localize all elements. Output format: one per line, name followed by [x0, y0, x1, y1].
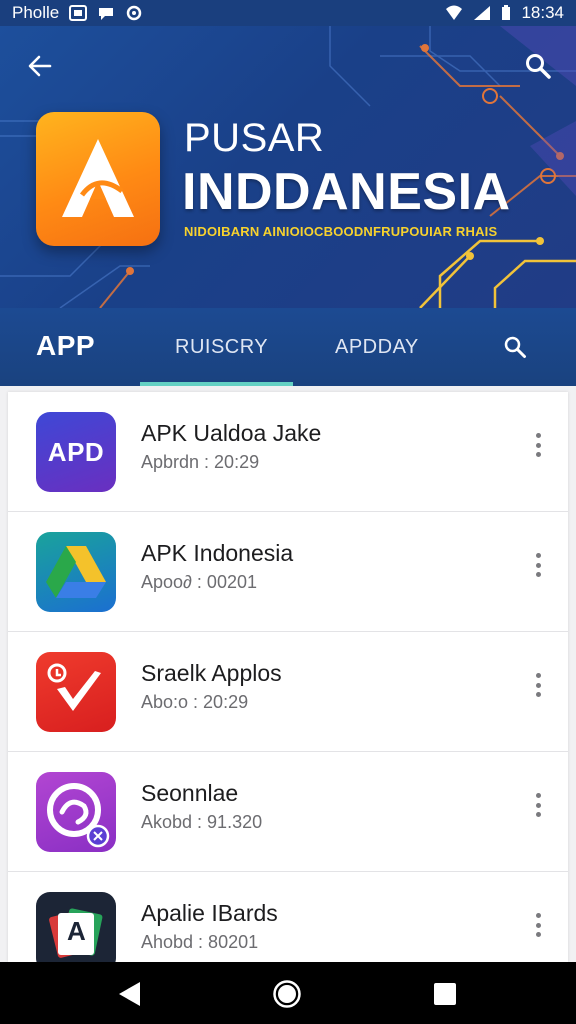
signal-icon [474, 6, 491, 20]
app-icon-text: APD [47, 436, 105, 467]
home-circle-icon[interactable] [272, 979, 302, 1009]
hero-banner: PUSAR INDDANESIA NIDOIBARN AINIOIOCBOODN… [0, 26, 576, 308]
message-icon [99, 8, 114, 20]
system-nav-bar [0, 962, 576, 1024]
swirl-icon [47, 783, 110, 848]
shield-check-icon [47, 663, 101, 711]
tab-apdday[interactable]: APDDAY [335, 336, 419, 359]
list-item[interactable]: A Apalie IBards Ahobd : 80201 [8, 872, 568, 962]
recents-square-icon[interactable] [432, 981, 458, 1007]
app-name: Apalie IBards [141, 900, 278, 926]
app-screen: Pholle 18:34 PUSAR INDDANESIA NIDOIBARN … [0, 0, 576, 1024]
more-options-button[interactable] [528, 670, 548, 700]
more-options-button[interactable] [528, 550, 548, 580]
search-icon [526, 54, 551, 79]
app-list: APD APK Ualdoa Jake Apbrdn : 20:29 APK I… [8, 392, 568, 962]
sync-icon [127, 5, 142, 21]
app-meta: Apoo∂ : 00201 [141, 572, 257, 592]
drive-triangle-icon [46, 546, 106, 598]
list-item[interactable]: Seonnlae Akobd : 91.320 [8, 752, 568, 872]
app-icon-text: A [67, 916, 86, 946]
app-meta: Apbrdn : 20:29 [141, 452, 260, 472]
status-right: 18:34 [445, 3, 564, 23]
tab-brand-label: APP [36, 330, 96, 361]
status-bar: Pholle 18:34 [0, 0, 576, 26]
back-triangle-icon[interactable] [116, 980, 142, 1008]
app-icon-swirl [36, 772, 116, 852]
status-left: Pholle [12, 3, 143, 23]
back-button[interactable] [22, 48, 58, 84]
app-icon-apd: APD [36, 412, 116, 492]
tab-bar: APP RUISCRY APDDAY [0, 308, 576, 386]
list-item[interactable]: Sraelk Applos Abo:o : 20:29 [8, 632, 568, 752]
search-icon [504, 336, 526, 358]
hero-subtitle: NIDOIBARN AINIOIOCBOODNFRUPOUIAR RHAIS [184, 224, 498, 239]
active-tab-indicator [140, 382, 293, 386]
tab-ruiscry[interactable]: RUISCRY [175, 336, 268, 359]
header-search-button[interactable] [520, 48, 556, 84]
tab-search-button[interactable] [500, 332, 530, 362]
app-icon-drive [36, 532, 116, 612]
app-name: APK Indonesia [141, 540, 294, 566]
more-options-button[interactable] [528, 910, 548, 940]
logo-a-icon [62, 139, 134, 217]
app-meta: Akobd : 91.320 [141, 812, 263, 832]
battery-icon [502, 5, 511, 20]
more-options-button[interactable] [528, 790, 548, 820]
back-arrow-icon [28, 55, 52, 77]
status-carrier-text: Pholle [12, 3, 60, 22]
app-name: Seonnlae [141, 780, 239, 806]
hero-title-line1: PUSAR [184, 116, 325, 160]
app-name: APK Ualdoa Jake [141, 420, 322, 446]
app-name: Sraelk Applos [141, 660, 282, 686]
app-meta: Ahobd : 80201 [141, 932, 259, 952]
more-options-button[interactable] [528, 430, 548, 460]
app-icon-cards: A [36, 892, 116, 962]
app-meta: Abo:o : 20:29 [141, 692, 249, 712]
hero-title-line2: INDDANESIA [182, 163, 511, 221]
app-icon-shield [36, 652, 116, 732]
list-item[interactable]: APD APK Ualdoa Jake Apbrdn : 20:29 [8, 392, 568, 512]
image-icon [69, 5, 88, 21]
wifi-icon [446, 5, 463, 20]
hero-app-logo [36, 112, 160, 246]
status-time: 18:34 [521, 3, 564, 22]
list-item[interactable]: APK Indonesia Apoo∂ : 00201 [8, 512, 568, 632]
